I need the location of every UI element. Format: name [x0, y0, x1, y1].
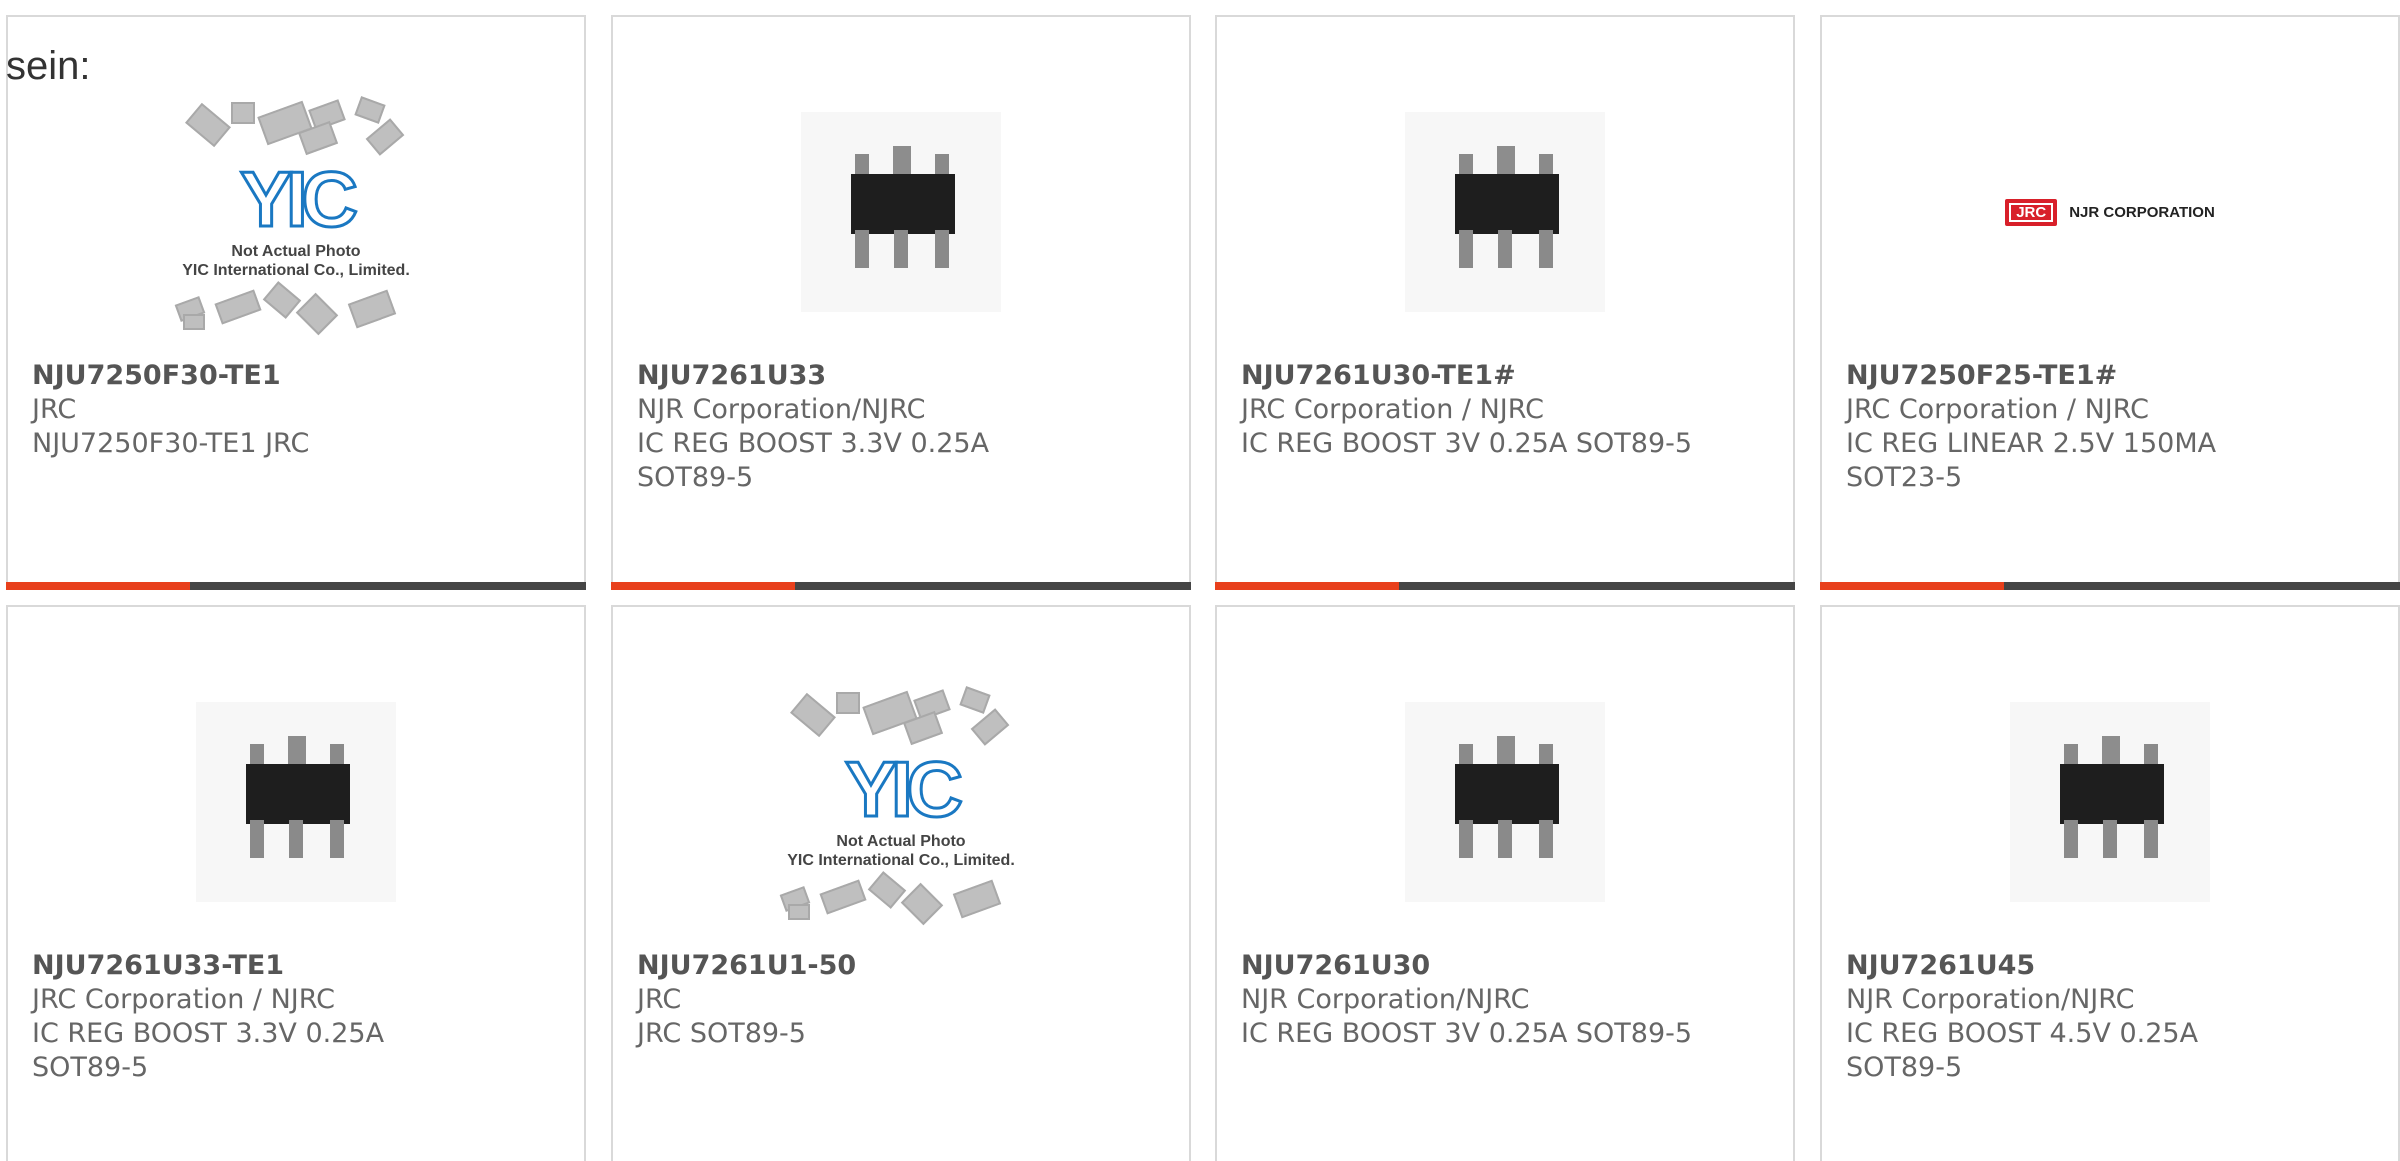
description: IC REG BOOST 3.3V 0.25A	[637, 428, 990, 459]
manufacturer: JRC	[32, 394, 77, 425]
chip-illustration-icon	[365, 118, 405, 156]
chip-illustration-icon	[231, 102, 255, 124]
product-card[interactable]: NJU7261U45 NJR Corporation/NJRC IC REG B…	[1820, 605, 2400, 1161]
sot89-chip-photo	[2010, 702, 2210, 902]
card-accent-bar	[1820, 582, 2004, 590]
chip-illustration-icon	[970, 708, 1010, 746]
part-number[interactable]: NJU7261U45	[1846, 949, 2374, 983]
chip-illustration-icon	[790, 692, 836, 738]
product-grid-page: sein: YIC Not Actual Photo YIC Internation…	[0, 0, 2400, 1161]
manufacturer: NJR Corporation/NJRC	[1846, 984, 2135, 1015]
placeholder-photo: YIC Not Actual Photo YIC International Co.…	[161, 92, 431, 336]
product-image	[1217, 667, 1793, 937]
chip-illustration-icon	[347, 289, 397, 329]
placeholder-caption: Not Actual Photo YIC International Co., L…	[161, 242, 431, 280]
description: IC REG LINEAR 2.5V 150MA	[1846, 428, 2217, 459]
product-image	[1822, 667, 2398, 937]
manufacturer: NJR Corporation/NJRC	[1241, 984, 1530, 1015]
product-card[interactable]: YIC Not Actual Photo YIC International Co.…	[6, 15, 586, 590]
placeholder-caption-line-2: YIC International Co., Limited.	[182, 262, 410, 279]
card-bottom-bar	[1215, 582, 1795, 590]
manufacturer: JRC Corporation / NJRC	[1241, 394, 1544, 425]
description: IC REG BOOST 3V 0.25A SOT89-5	[1241, 428, 1693, 459]
product-image: YIC Not Actual Photo YIC International Co.…	[613, 667, 1189, 937]
placeholder-caption: Not Actual Photo YIC International Co., L…	[766, 832, 1036, 870]
card-bottom-bar	[611, 582, 1191, 590]
card-bottom-bar	[1820, 582, 2400, 590]
placeholder-caption-line-1: Not Actual Photo	[231, 243, 361, 260]
chip-illustration-icon	[836, 692, 860, 714]
product-card[interactable]: NJU7261U30 NJR Corporation/NJRC IC REG B…	[1215, 605, 1795, 1161]
njr-corporation-logo: JRC NJR CORPORATION	[2005, 198, 2215, 226]
description: IC REG BOOST 3V 0.25A SOT89-5	[1241, 1018, 1693, 1049]
part-number[interactable]: NJU7250F30-TE1	[32, 359, 560, 393]
lead-text: sein:	[6, 44, 91, 88]
product-image	[8, 667, 584, 937]
product-card[interactable]: NJU7261U33 NJR Corporation/NJRC IC REG B…	[611, 15, 1191, 590]
part-number[interactable]: NJU7261U30-TE1#	[1241, 359, 1769, 393]
product-card[interactable]: JRC NJR CORPORATION NJU7250F25-TE1# JRC C…	[1820, 15, 2400, 590]
chip-illustration-icon	[295, 292, 339, 336]
manufacturer: JRC Corporation / NJRC	[1846, 394, 2149, 425]
part-number[interactable]: NJU7261U33	[637, 359, 1165, 393]
yic-logo: YIC	[843, 744, 964, 835]
njr-logo-name: NJR CORPORATION	[2069, 203, 2215, 221]
part-number[interactable]: NJU7261U33-TE1	[32, 949, 560, 983]
placeholder-caption-line-1: Not Actual Photo	[836, 833, 966, 850]
chip-illustration-icon	[185, 102, 231, 148]
product-card[interactable]: NJU7261U33-TE1 JRC Corporation / NJRC IC…	[6, 605, 586, 1161]
chip-illustration-icon	[952, 879, 1002, 919]
jrc-badge: JRC	[2005, 198, 2058, 226]
description: IC REG BOOST 3.3V 0.25A	[32, 1018, 385, 1049]
description: NJU7250F30-TE1 JRC	[32, 428, 310, 459]
description: JRC SOT89-5	[637, 1018, 806, 1049]
manufacturer: NJR Corporation/NJRC	[637, 394, 926, 425]
chip-illustration-icon	[819, 879, 867, 915]
description-line-2: SOT89-5	[637, 462, 754, 493]
chip-illustration-icon	[183, 314, 205, 330]
sot89-chip-photo	[196, 702, 396, 902]
product-image	[1217, 77, 1793, 347]
chip-illustration-icon	[959, 686, 991, 714]
description-line-2: SOT23-5	[1846, 462, 1963, 493]
placeholder-photo: YIC Not Actual Photo YIC International Co.…	[766, 682, 1036, 926]
description-line-2: SOT89-5	[1846, 1052, 1963, 1083]
chip-illustration-icon	[354, 96, 386, 124]
product-image	[613, 77, 1189, 347]
product-image: YIC Not Actual Photo YIC International Co.…	[8, 77, 584, 347]
product-card[interactable]: NJU7261U30-TE1# JRC Corporation / NJRC I…	[1215, 15, 1795, 590]
part-number[interactable]: NJU7261U30	[1241, 949, 1769, 983]
part-number[interactable]: NJU7250F25-TE1#	[1846, 359, 2374, 393]
chip-illustration-icon	[900, 882, 944, 926]
product-image: JRC NJR CORPORATION	[1822, 77, 2398, 347]
manufacturer: JRC Corporation / NJRC	[32, 984, 335, 1015]
description: IC REG BOOST 4.5V 0.25A	[1846, 1018, 2199, 1049]
sot89-chip-photo	[1405, 112, 1605, 312]
placeholder-caption-line-2: YIC International Co., Limited.	[787, 852, 1015, 869]
card-accent-bar	[611, 582, 795, 590]
yic-logo: YIC	[238, 154, 359, 245]
card-accent-bar	[1215, 582, 1399, 590]
card-accent-bar	[6, 582, 190, 590]
chip-illustration-icon	[788, 904, 810, 920]
manufacturer: JRC	[637, 984, 682, 1015]
chip-illustration-icon	[214, 289, 262, 325]
part-number[interactable]: NJU7261U1-50	[637, 949, 1165, 983]
description-line-2: SOT89-5	[32, 1052, 149, 1083]
card-bottom-bar	[6, 582, 586, 590]
sot89-chip-photo	[801, 112, 1001, 312]
sot89-chip-photo	[1405, 702, 1605, 902]
product-card[interactable]: YIC Not Actual Photo YIC International Co.…	[611, 605, 1191, 1161]
